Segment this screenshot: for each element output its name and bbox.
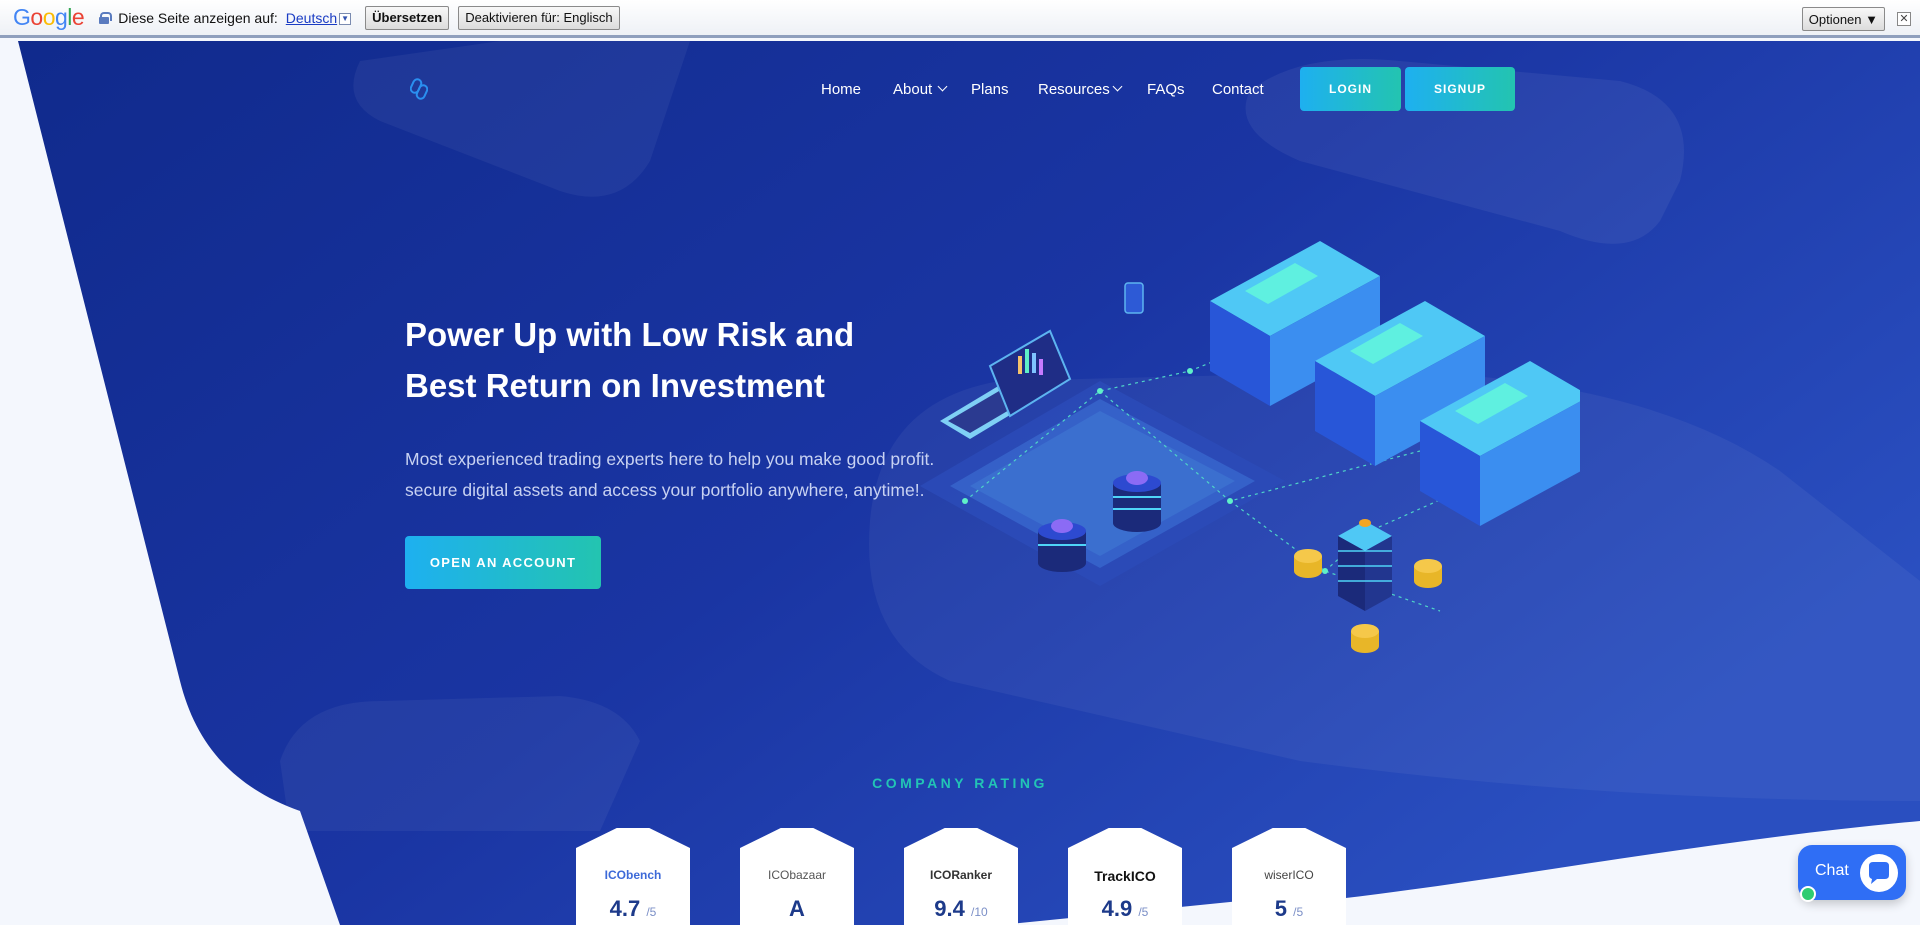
rating-card-icobench[interactable]: ICObench 4.7 /5 <box>576 828 690 925</box>
login-button[interactable]: LOGIN <box>1300 67 1401 111</box>
rating-logo: ICObench <box>604 868 662 882</box>
chat-bubble-icon <box>1860 854 1898 892</box>
rating-logo: TrackICO <box>1094 868 1156 884</box>
google-logo: Google <box>13 4 85 30</box>
translate-bar: Google Diese Seite anzeigen auf: Deutsch… <box>0 0 1920 38</box>
signup-button[interactable]: SIGNUP <box>1405 67 1515 111</box>
open-account-button[interactable]: OPEN AN ACCOUNT <box>405 536 601 589</box>
hero-section: Home About Plans Resources FAQs Contact … <box>0 41 1920 925</box>
rating-card-icobazaar[interactable]: ICObazaar A <box>740 828 854 925</box>
translate-prompt: Diese Seite anzeigen auf: <box>118 9 278 26</box>
online-status-indicator <box>1800 886 1816 902</box>
nav-home[interactable]: Home <box>821 81 861 98</box>
rating-score: 9.4 /10 <box>934 896 988 921</box>
nav-about[interactable]: About <box>893 81 932 98</box>
navbar: Home About Plans Resources FAQs Contact … <box>0 41 1920 137</box>
nav-faqs[interactable]: FAQs <box>1147 81 1185 98</box>
chevron-down-icon <box>1112 81 1123 92</box>
rating-score: A <box>789 896 805 921</box>
rating-logo: ICORanker <box>929 868 993 882</box>
rating-card-wiserico[interactable]: wiserICO 5 /5 <box>1232 828 1346 925</box>
hero-description: Most experienced trading experts here to… <box>405 449 935 500</box>
hero-title: Power Up with Low Risk and Best Return o… <box>405 316 855 404</box>
language-select[interactable]: Deutsch ▼ <box>286 10 352 26</box>
blockchain-illustration <box>920 241 1580 653</box>
rating-logo: ICObazaar <box>767 868 827 882</box>
rating-score: 4.9 /5 <box>1101 896 1149 921</box>
chat-label: Chat <box>1815 862 1849 879</box>
translate-button[interactable]: Übersetzen <box>365 5 450 30</box>
rating-score: 5 /5 <box>1274 896 1304 921</box>
nav-resources[interactable]: Resources <box>1038 81 1110 98</box>
close-icon[interactable]: ✕ <box>1897 12 1911 26</box>
dropdown-arrow-icon: ▼ <box>339 12 352 25</box>
nav-plans[interactable]: Plans <box>971 81 1009 98</box>
company-rating-label: COMPANY RATING <box>872 775 1048 791</box>
rating-card-icoranker[interactable]: ICORanker 9.4 /10 <box>904 828 1018 925</box>
rating-score: 4.7 /5 <box>609 896 657 921</box>
disable-translate-button[interactable]: Deaktivieren für: Englisch <box>458 5 620 30</box>
options-button[interactable]: Optionen ▼ <box>1801 7 1885 31</box>
chevron-down-icon <box>937 81 948 92</box>
nav-contact[interactable]: Contact <box>1212 81 1264 98</box>
rating-card-trackico[interactable]: TrackICO 4.9 /5 <box>1068 828 1182 925</box>
site-logo[interactable] <box>410 77 428 101</box>
rating-logo: wiserICO <box>1264 868 1314 882</box>
chain-link-icon <box>410 78 428 100</box>
lock-icon <box>99 11 113 24</box>
